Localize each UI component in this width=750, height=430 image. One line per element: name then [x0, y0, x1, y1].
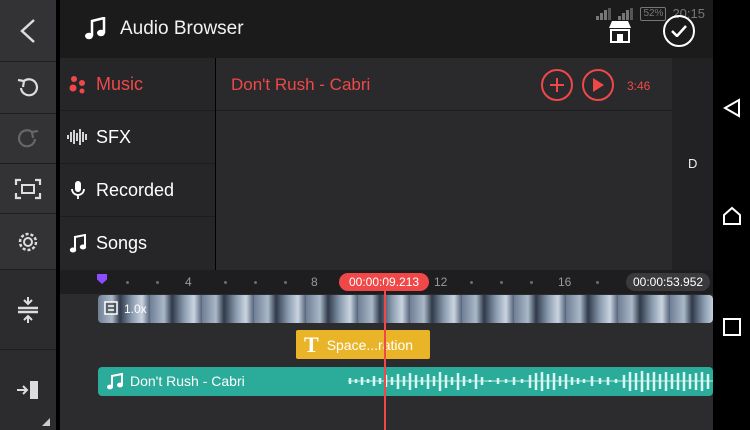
category-recorded[interactable]: Recorded: [60, 164, 215, 217]
music-note-icon: [85, 17, 106, 40]
fit-screen-icon: [14, 178, 42, 199]
music-note-icon: [107, 373, 123, 390]
category-list: Music SFX Recorded Songs: [60, 58, 215, 270]
track-title: Don't Rush - Cabri: [231, 75, 371, 94]
track-duration: 3:46: [627, 79, 651, 93]
home-icon: [722, 206, 741, 225]
category-label: Recorded: [96, 179, 175, 200]
plus-icon: [550, 78, 564, 92]
confirm-button[interactable]: [663, 15, 695, 47]
add-track-button[interactable]: [541, 69, 573, 101]
redo-icon: [17, 128, 39, 147]
text-clip[interactable]: T Space...ration: [296, 330, 430, 359]
left-toolbar: [0, 0, 56, 430]
marker-icon[interactable]: [97, 274, 107, 284]
expand-tracks-icon: [18, 296, 38, 323]
play-icon: [593, 78, 604, 92]
ruler-label: 12: [434, 275, 448, 289]
timeline[interactable]: 4 8 12 16 00:00:09.213 00:00:53.952 1.0x…: [60, 270, 713, 430]
track-height-button[interactable]: [0, 270, 56, 350]
system-nav-bar: [713, 0, 750, 430]
header-bar: Audio Browser 52% 20:15: [60, 0, 713, 58]
music-dots-icon: [69, 76, 85, 94]
category-label: Music: [96, 73, 144, 94]
checkmark-icon: [671, 25, 687, 37]
microphone-icon: [71, 181, 85, 199]
ruler-label: 4: [185, 275, 192, 289]
store-icon[interactable]: [607, 20, 633, 44]
play-preview-button[interactable]: [582, 69, 614, 101]
video-layer-icon: [104, 301, 118, 315]
playhead[interactable]: [384, 280, 386, 430]
audio-clip[interactable]: Don't Rush - Cabri: [98, 367, 713, 396]
undo-icon: [17, 77, 39, 96]
category-sfx[interactable]: SFX: [60, 111, 215, 164]
recents-icon: [722, 318, 741, 336]
undo-button[interactable]: [0, 62, 56, 114]
audio-clip-label: Don't Rush - Cabri: [130, 373, 245, 389]
video-clip[interactable]: 1.0x: [98, 295, 713, 323]
category-label: Songs: [96, 233, 148, 253]
fit-screen-button[interactable]: [0, 164, 56, 214]
page-title: Audio Browser: [120, 18, 244, 39]
nav-home-button[interactable]: [713, 206, 750, 226]
total-time: 00:00:53.952: [626, 273, 711, 291]
battery-indicator: 52%: [640, 6, 667, 21]
clip-speed: 1.0x: [124, 302, 147, 316]
settings-button[interactable]: [0, 214, 56, 270]
ruler-label: 8: [311, 275, 318, 289]
text-clip-label: Space...ration: [326, 336, 414, 353]
track-list: Don't Rush - Cabri 3:46: [216, 58, 672, 270]
signal-icon: [618, 7, 634, 20]
music-note-icon: [69, 233, 87, 252]
category-songs[interactable]: Songs: [60, 217, 215, 270]
jump-to-end-icon: [17, 381, 38, 399]
text-layer-icon: T: [304, 331, 319, 357]
redo-button[interactable]: [0, 114, 56, 164]
gear-icon: [18, 232, 38, 251]
corner-resize-icon: [42, 418, 50, 426]
index-letter: D: [688, 156, 698, 171]
time-ruler[interactable]: 4 8 12 16 00:00:09.213 00:00:53.952: [60, 270, 713, 294]
list-item[interactable]: Don't Rush - Cabri 3:46: [216, 58, 672, 111]
ruler-label: 16: [558, 275, 572, 289]
waveform-icon: [67, 129, 87, 145]
back-triangle-icon: [722, 98, 740, 118]
alphabet-index[interactable]: D: [672, 58, 713, 270]
category-music[interactable]: Music: [60, 58, 215, 111]
nav-back-button[interactable]: [713, 98, 750, 118]
nav-recents-button[interactable]: [713, 318, 750, 336]
category-label: SFX: [96, 126, 132, 147]
signal-icon: [596, 7, 612, 20]
back-arrow-icon: [20, 18, 35, 43]
back-button[interactable]: [0, 0, 56, 62]
